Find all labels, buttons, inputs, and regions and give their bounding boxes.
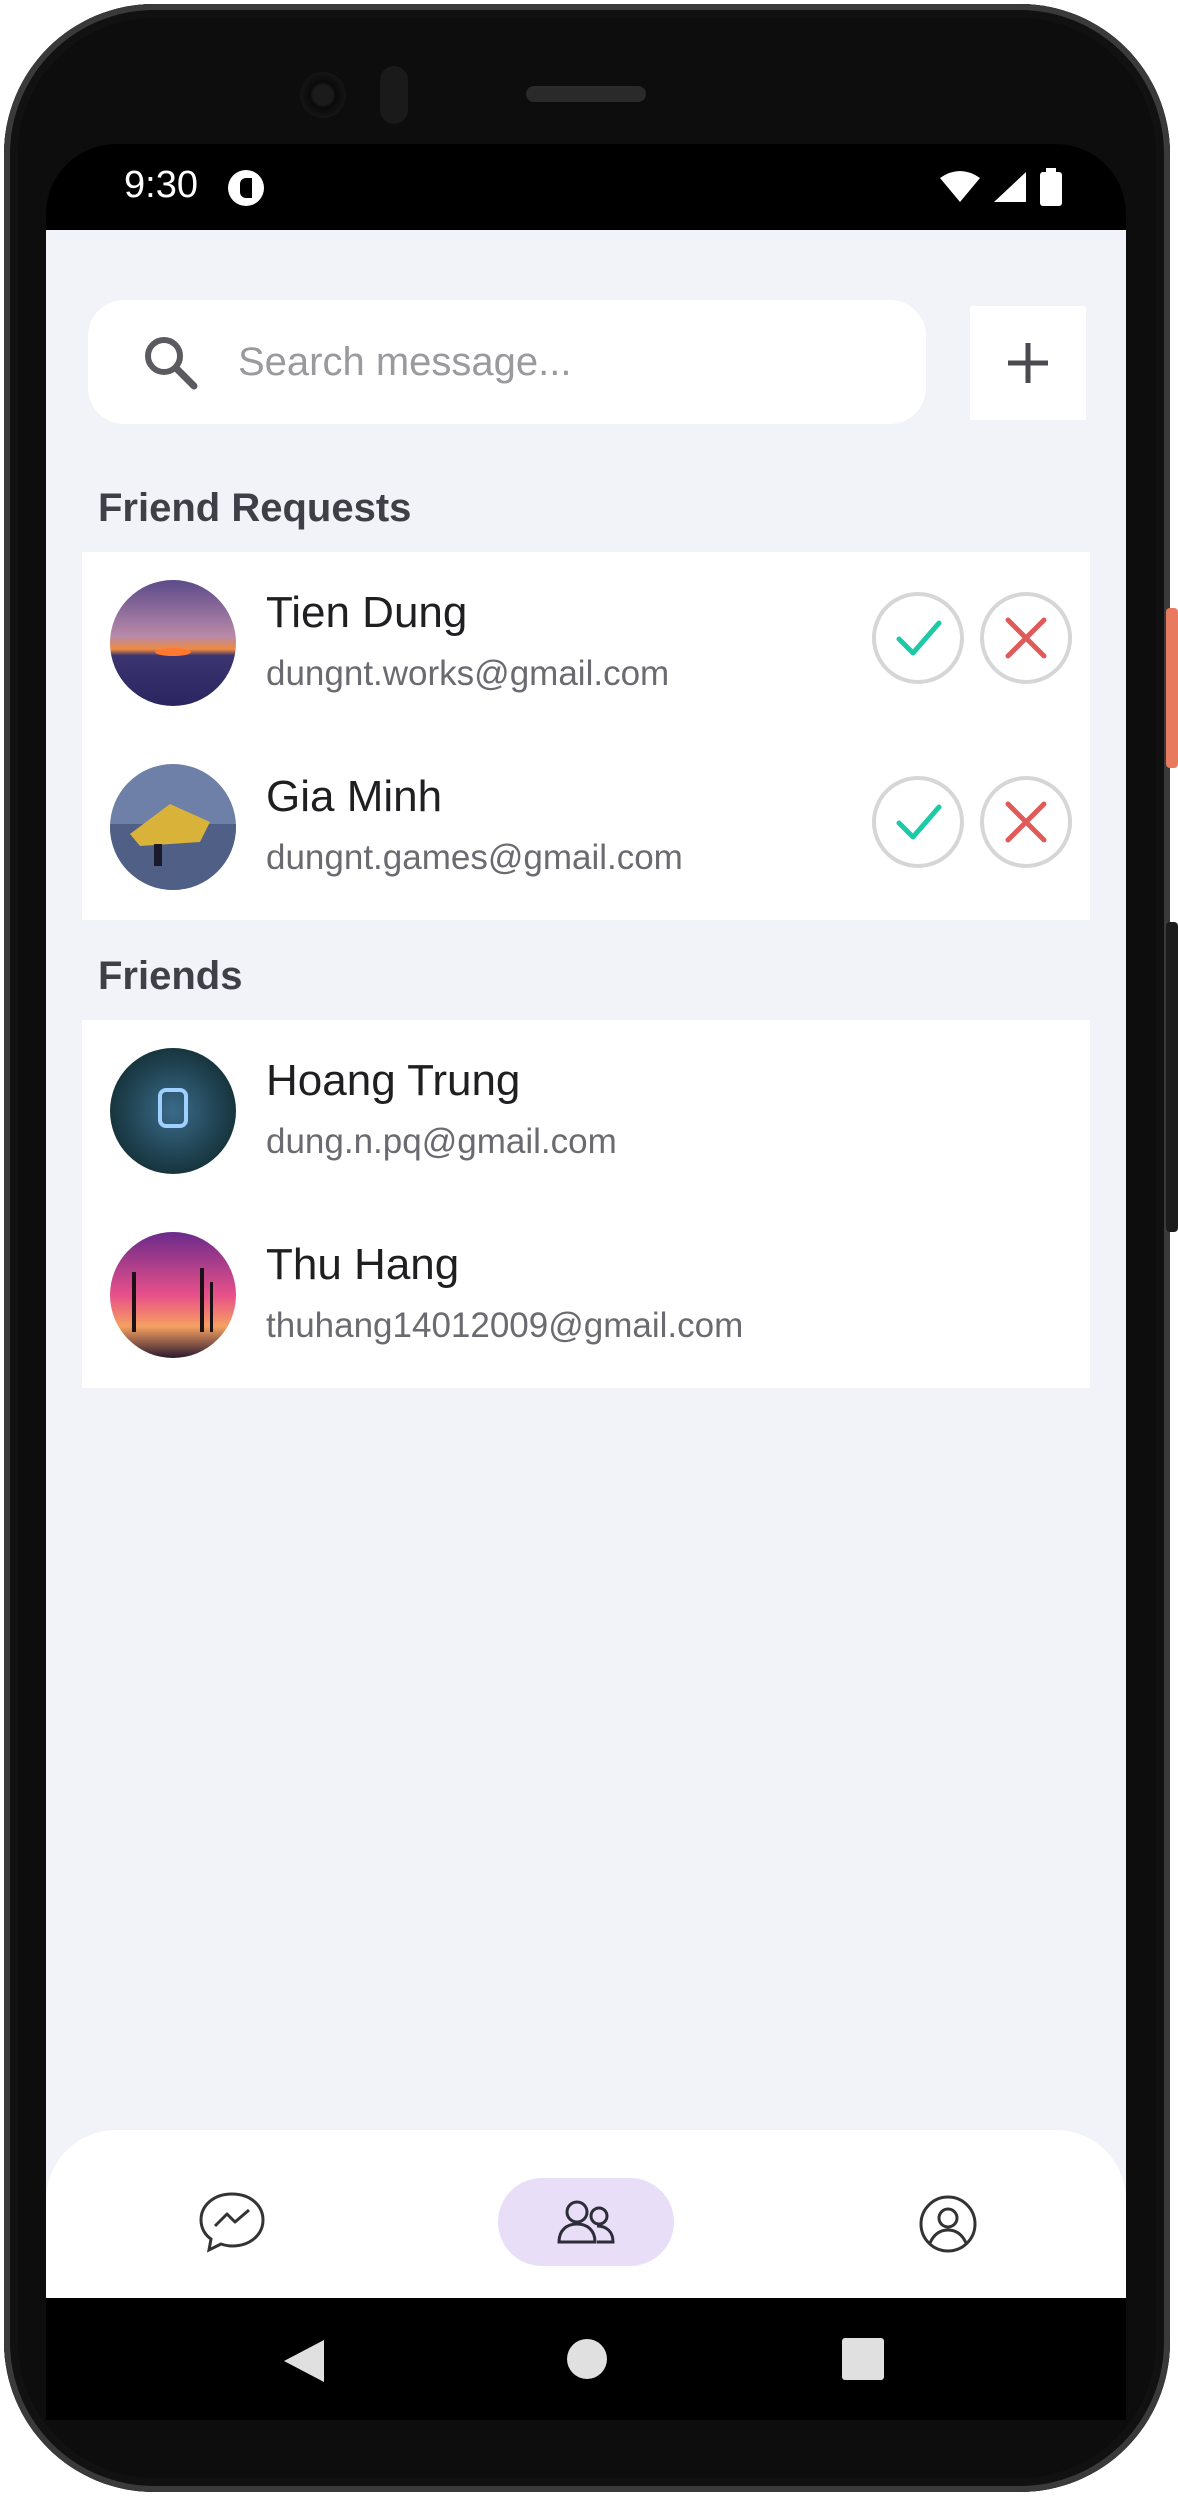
check-icon	[896, 804, 942, 840]
battery-icon	[1040, 168, 1062, 206]
search-row: Search message...	[88, 300, 1086, 424]
accept-request-button[interactable]	[872, 592, 964, 684]
friend-requests-title: Friend Requests	[98, 486, 412, 530]
friend-name: Thu Hang	[266, 1240, 460, 1289]
decline-request-button[interactable]	[980, 776, 1072, 868]
friend-request-item[interactable]: Gia Minh dungnt.games@gmail.com	[82, 736, 1090, 920]
volume-button	[1166, 922, 1178, 1232]
power-button	[1166, 608, 1178, 768]
search-placeholder: Search message...	[238, 340, 572, 384]
nav-messages[interactable]	[144, 2178, 320, 2266]
friend-request-email: dungnt.games@gmail.com	[266, 838, 683, 877]
friend-request-item[interactable]: Tien Dung dungnt.works@gmail.com	[82, 552, 1090, 736]
front-camera	[300, 72, 346, 118]
proximity-sensor	[380, 66, 408, 124]
decline-request-button[interactable]	[980, 592, 1072, 684]
friend-email: dung.n.pq@gmail.com	[266, 1122, 617, 1161]
nav-profile[interactable]	[860, 2180, 1036, 2268]
friend-name: Hoang Trung	[266, 1056, 521, 1105]
close-icon	[1005, 801, 1047, 843]
back-icon[interactable]	[282, 2338, 326, 2384]
accept-request-button[interactable]	[872, 776, 964, 868]
friend-item[interactable]: Hoang Trung dung.n.pq@gmail.com	[82, 1020, 1090, 1204]
recent-apps-icon[interactable]	[842, 2338, 884, 2380]
friend-request-email: dungnt.works@gmail.com	[266, 654, 670, 693]
home-icon[interactable]	[566, 2338, 608, 2380]
avatar	[110, 580, 236, 706]
plus-icon	[1008, 343, 1048, 383]
profile-icon	[919, 2195, 977, 2253]
friends-card: Hoang Trung dung.n.pq@gmail.com Thu Hang…	[82, 1020, 1090, 1388]
friends-title: Friends	[98, 954, 243, 998]
system-navigation-bar	[46, 2298, 1126, 2420]
avatar	[110, 1232, 236, 1358]
check-icon	[896, 620, 942, 656]
status-time: 9:30	[124, 164, 198, 206]
avatar	[110, 1048, 236, 1174]
screen: 9:30 Search message... Friend Requests T…	[46, 144, 1126, 2420]
app-notification-icon	[228, 170, 264, 206]
status-bar: 9:30	[46, 144, 1126, 230]
search-input[interactable]: Search message...	[88, 300, 926, 424]
bottom-nav	[46, 2130, 1126, 2316]
friend-request-name: Gia Minh	[266, 772, 443, 821]
search-icon	[145, 337, 198, 390]
friend-requests-card: Tien Dung dungnt.works@gmail.com Gia Min…	[82, 552, 1090, 920]
wifi-icon	[940, 171, 980, 202]
signal-icon	[994, 172, 1026, 202]
messenger-icon	[199, 2192, 265, 2253]
friends-screen: Search message... Friend Requests Tien D…	[46, 230, 1126, 2316]
avatar	[110, 764, 236, 890]
friend-email: thuhang14012009@gmail.com	[266, 1306, 744, 1345]
close-icon	[1005, 617, 1047, 659]
add-friend-button[interactable]	[970, 306, 1086, 420]
status-icons	[940, 168, 1062, 206]
nav-friends[interactable]	[498, 2178, 674, 2266]
friend-request-name: Tien Dung	[266, 588, 468, 637]
friend-item[interactable]: Thu Hang thuhang14012009@gmail.com	[82, 1204, 1090, 1388]
friends-icon	[557, 2200, 615, 2244]
earpiece-speaker	[526, 86, 646, 102]
phone-frame: 9:30 Search message... Friend Requests T…	[0, 0, 1178, 2498]
